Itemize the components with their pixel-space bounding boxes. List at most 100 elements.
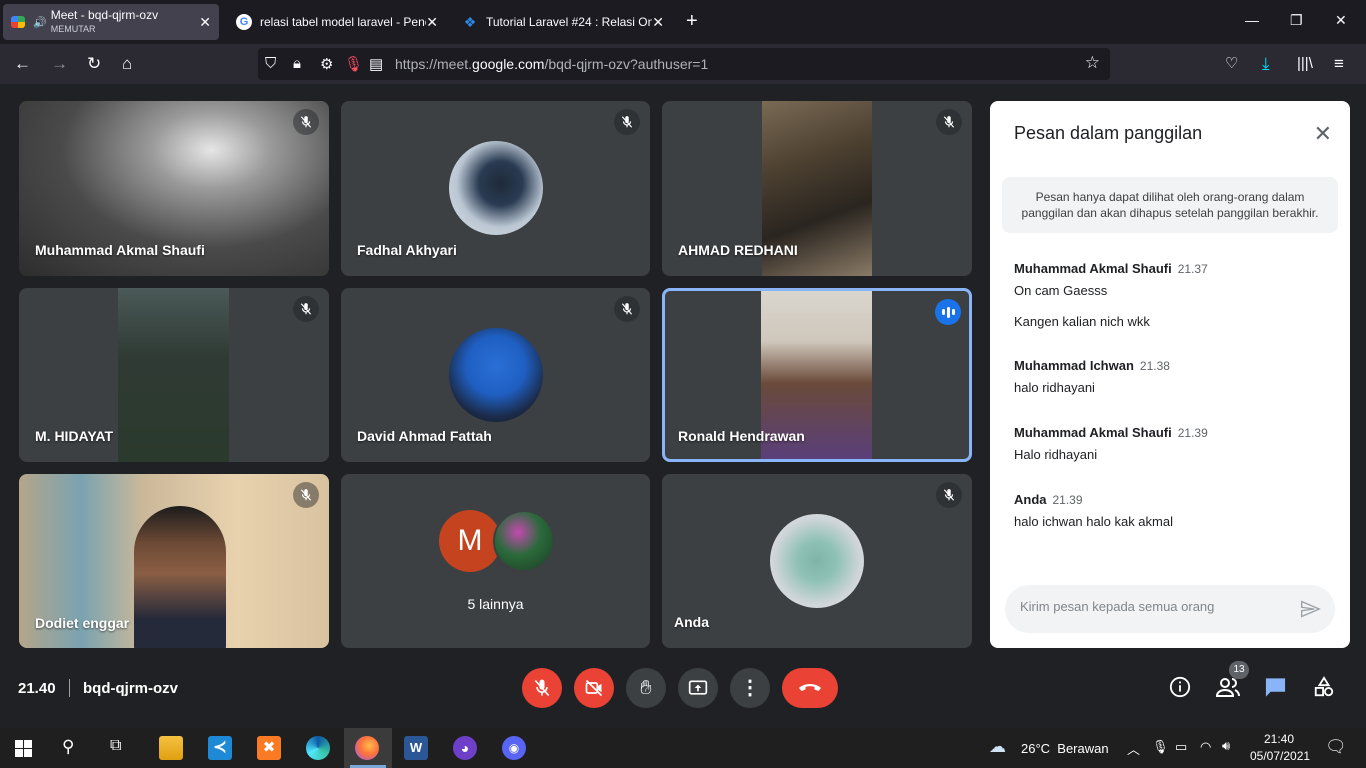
- avatar: M: [439, 510, 501, 572]
- meeting-details-icon[interactable]: [1169, 676, 1191, 698]
- participant-tile[interactable]: AHMAD REDHANI: [662, 101, 972, 276]
- weather-text[interactable]: 26°C Berawan: [1021, 741, 1109, 756]
- minimize-icon[interactable]: —: [1245, 12, 1259, 28]
- word-icon[interactable]: W: [404, 736, 428, 760]
- mic-off-icon: [293, 296, 319, 322]
- file-explorer-icon[interactable]: [159, 736, 183, 760]
- microphone-tray-icon[interactable]: 🎙︎: [1152, 739, 1169, 755]
- mic-off-icon: [936, 482, 962, 508]
- message-sender: Muhammad Ichwan: [1014, 358, 1134, 373]
- leave-call-button[interactable]: [782, 668, 838, 708]
- close-chat-icon[interactable]: ✕: [1314, 121, 1332, 147]
- vscode-icon[interactable]: ≺: [208, 736, 232, 760]
- participant-tile-self[interactable]: Anda: [662, 474, 972, 648]
- windows-start-icon[interactable]: [15, 740, 32, 757]
- message-sender: Muhammad Akmal Shaufi: [1014, 261, 1172, 276]
- meeting-code: bqd-qjrm-ozv: [83, 680, 178, 697]
- downloads-icon[interactable]: ⤓: [1262, 53, 1270, 75]
- wifi-icon[interactable]: ◠: [1200, 739, 1211, 755]
- reader-icon[interactable]: ▤: [369, 55, 383, 73]
- avatar: [448, 328, 543, 422]
- tab-title: relasi tabel model laravel - Pene: [260, 15, 426, 29]
- url-text[interactable]: https://meet.google.com/bqd-qjrm-ozv?aut…: [395, 56, 708, 72]
- lock-icon[interactable]: 🔒︎: [293, 55, 301, 72]
- participant-tile[interactable]: Muhammad Akmal Shaufi: [19, 101, 329, 276]
- message-time: 21.37: [1177, 262, 1208, 276]
- task-view-icon[interactable]: ⧉: [110, 737, 121, 755]
- participant-tile-active-speaker[interactable]: Ronald Hendrawan: [662, 288, 972, 462]
- chat-icon[interactable]: [1264, 676, 1287, 698]
- url-bar[interactable]: ⛉ 🔒︎ ⚙ 🎙︎ ▤ https://meet.google.com/bqd-…: [258, 48, 1110, 80]
- mic-off-icon: [936, 109, 962, 135]
- camera-off-icon: [585, 679, 603, 697]
- bookmark-star-icon[interactable]: ☆: [1085, 53, 1100, 73]
- close-tab-icon[interactable]: ✕: [652, 14, 664, 31]
- volume-icon[interactable]: 🔊︎: [1222, 738, 1230, 754]
- home-icon[interactable]: ⌂: [122, 53, 132, 75]
- new-tab-button[interactable]: +: [686, 11, 698, 31]
- taskbar-clock-date[interactable]: 05/07/2021: [1250, 749, 1310, 763]
- restore-icon[interactable]: ❐: [1290, 12, 1303, 29]
- close-window-icon[interactable]: ✕: [1335, 12, 1347, 29]
- send-icon[interactable]: [1299, 599, 1321, 619]
- participant-tile[interactable]: David Ahmad Fattah: [341, 288, 650, 462]
- meeting-time: 21.40: [18, 680, 56, 697]
- windows-taskbar: ⚲ ⧉ ≺ ✖ W ◕ ◉ ☁ 26°C Berawan ︿ 🎙︎ ▭ ◠ 🔊︎…: [0, 728, 1366, 768]
- chat-message-input[interactable]: [1020, 599, 1290, 614]
- participant-name: Anda: [674, 614, 709, 630]
- discord-icon[interactable]: ◉: [502, 736, 526, 760]
- xampp-icon[interactable]: ✖: [257, 736, 281, 760]
- chat-input-container: [1005, 585, 1335, 633]
- library-icon[interactable]: |||\: [1297, 53, 1313, 75]
- tab-laravel-relasi[interactable]: G relasi tabel model laravel - Pene ✕: [228, 4, 446, 40]
- participant-name: Dodiet enggar: [35, 615, 130, 631]
- message-text: halo ridhayani: [1014, 380, 1095, 395]
- participant-tile[interactable]: Fadhal Akhyari: [341, 101, 650, 276]
- pocket-icon[interactable]: ♡: [1225, 53, 1238, 75]
- activities-icon[interactable]: [1313, 676, 1335, 698]
- notifications-icon[interactable]: 🗨︎: [1325, 737, 1347, 757]
- battery-icon[interactable]: ▭: [1175, 739, 1187, 755]
- meet-favicon-icon: [11, 16, 25, 28]
- more-options-button[interactable]: ⋮: [730, 668, 770, 708]
- permissions-icon[interactable]: ⚙: [320, 55, 333, 73]
- participant-name: Ronald Hendrawan: [678, 428, 805, 444]
- present-screen-button[interactable]: [678, 668, 718, 708]
- chat-panel: Pesan dalam panggilan ✕ Pesan hanya dapa…: [990, 101, 1350, 648]
- person-silhouette: [134, 506, 226, 648]
- forward-icon[interactable]: →: [51, 53, 68, 75]
- participant-tile[interactable]: M. HIDAYAT: [19, 288, 329, 462]
- raise-hand-button[interactable]: ✋︎: [626, 668, 666, 708]
- camera-toggle-button[interactable]: [574, 668, 614, 708]
- participant-tile[interactable]: Dodiet enggar: [19, 474, 329, 648]
- message-text: On cam Gaesss: [1014, 283, 1108, 298]
- chat-notice: Pesan hanya dapat dilihat oleh orang-ora…: [1002, 177, 1338, 233]
- back-icon[interactable]: ←: [14, 53, 31, 75]
- people-count-badge: 13: [1229, 661, 1249, 679]
- show-hidden-icons-icon[interactable]: ︿: [1127, 739, 1140, 758]
- close-tab-icon[interactable]: ✕: [426, 14, 438, 31]
- shield-icon[interactable]: ⛉: [265, 55, 276, 72]
- tab-meet[interactable]: 🔊 Meet - bqd-qjrm-ozv MEMUTAR ✕: [3, 4, 219, 40]
- reload-icon[interactable]: ↻: [87, 53, 101, 75]
- microphone-toggle-button[interactable]: [522, 668, 562, 708]
- browser-tab-bar: 🔊 Meet - bqd-qjrm-ozv MEMUTAR ✕ G relasi…: [0, 0, 1366, 44]
- taskbar-clock-time[interactable]: 21:40: [1264, 732, 1294, 746]
- tab-tutorial-laravel[interactable]: ❖ Tutorial Laravel #24 : Relasi One ✕: [454, 4, 672, 40]
- video-feed: [118, 288, 229, 462]
- tab-title: Meet - bqd-qjrm-ozv: [50, 7, 159, 22]
- participant-name: AHMAD REDHANI: [678, 242, 798, 258]
- message-time: 21.38: [1139, 359, 1170, 373]
- edge-icon[interactable]: [306, 736, 330, 760]
- menu-icon[interactable]: ≡: [1334, 53, 1344, 75]
- search-icon[interactable]: ⚲: [62, 737, 74, 757]
- people-icon[interactable]: [1216, 676, 1240, 698]
- weather-cloud-icon[interactable]: ☁: [989, 737, 1006, 757]
- chat-message: Muhammad Akmal Shaufi 21.37 On cam Gaesss…: [1014, 261, 1208, 329]
- more-participants-tile[interactable]: M 5 lainnya: [341, 474, 650, 648]
- close-tab-icon[interactable]: ✕: [199, 14, 211, 31]
- microphone-icon[interactable]: 🎙︎: [344, 55, 363, 73]
- github-desktop-icon[interactable]: ◕: [453, 736, 477, 760]
- firefox-icon[interactable]: [355, 736, 379, 760]
- avatar: [770, 514, 864, 608]
